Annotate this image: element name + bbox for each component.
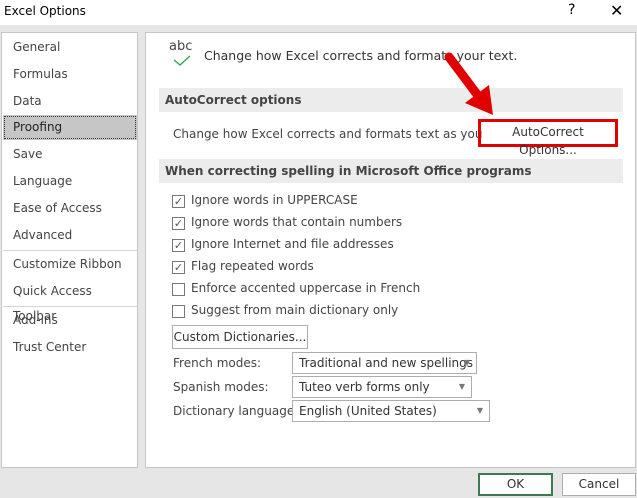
spanish-modes-select[interactable]: Tuteo verb forms only ▼ bbox=[292, 376, 472, 398]
sidebar-item-ease-of-access[interactable]: Ease of Access bbox=[3, 196, 137, 221]
chevron-down-icon: ▼ bbox=[463, 358, 470, 367]
sidebar-item-formulas[interactable]: Formulas bbox=[3, 62, 137, 87]
dictionary-language-select[interactable]: English (United States) ▼ bbox=[292, 400, 490, 422]
checkbox-enforce-accented[interactable] bbox=[172, 283, 185, 296]
french-modes-value: Traditional and new spellings bbox=[299, 356, 474, 370]
autocorrect-header: AutoCorrect options bbox=[159, 88, 623, 112]
option-label: Ignore words in UPPERCASE bbox=[191, 193, 358, 207]
sidebar-divider bbox=[3, 250, 137, 251]
cancel-label: Cancel bbox=[578, 477, 620, 491]
checkmark-icon bbox=[173, 55, 191, 66]
option-label: Suggest from main dictionary only bbox=[191, 303, 399, 317]
main-panel: abc Change how Excel corrects and format… bbox=[145, 32, 636, 468]
french-modes-select[interactable]: Traditional and new spellings ▼ bbox=[292, 352, 477, 374]
spanish-modes-value: Tuteo verb forms only bbox=[299, 380, 430, 394]
sidebar-divider bbox=[3, 306, 137, 307]
sidebar-item-advanced[interactable]: Advanced bbox=[3, 223, 137, 248]
sidebar-item-save[interactable]: Save bbox=[3, 142, 137, 167]
option-label: Enforce accented uppercase in French bbox=[191, 281, 421, 295]
chevron-down-icon: ▼ bbox=[476, 406, 483, 415]
sidebar-item-add-ins[interactable]: Add-ins bbox=[3, 308, 137, 333]
red-arrow-icon bbox=[444, 52, 493, 115]
sidebar: General Formulas Data Proofing Save Lang… bbox=[1, 32, 138, 468]
autocorrect-description: Change how Excel corrects and formats te… bbox=[173, 127, 518, 141]
checkbox-flag-repeated[interactable]: ✓ bbox=[172, 261, 185, 274]
chevron-down-icon: ▼ bbox=[458, 382, 465, 391]
ok-button[interactable]: OK bbox=[478, 473, 553, 496]
title-bar bbox=[0, 0, 637, 25]
cancel-button[interactable]: Cancel bbox=[562, 473, 636, 496]
french-modes-label: French modes: bbox=[173, 356, 262, 370]
custom-dictionaries-label: Custom Dictionaries... bbox=[173, 330, 307, 344]
checkbox-main-dictionary[interactable] bbox=[172, 305, 185, 318]
window-title: Excel Options bbox=[4, 4, 86, 18]
autocorrect-options-label: AutoCorrect Options... bbox=[512, 125, 584, 157]
checkbox-ignore-uppercase[interactable]: ✓ bbox=[172, 195, 185, 208]
sidebar-item-quick-access-toolbar[interactable]: Quick Access Toolbar bbox=[3, 279, 137, 323]
option-label: Flag repeated words bbox=[191, 259, 314, 273]
dictionary-language-value: English (United States) bbox=[299, 404, 437, 418]
sidebar-item-customize-ribbon[interactable]: Customize Ribbon bbox=[3, 252, 137, 277]
spelling-header: When correcting spelling in Microsoft Of… bbox=[159, 159, 623, 183]
sidebar-item-proofing[interactable]: Proofing bbox=[3, 115, 137, 140]
autocorrect-options-button[interactable]: AutoCorrect Options... bbox=[483, 123, 613, 157]
close-button[interactable]: ✕ bbox=[610, 1, 623, 20]
custom-dictionaries-button[interactable]: Custom Dictionaries... bbox=[172, 325, 308, 349]
sidebar-item-general[interactable]: General bbox=[3, 35, 137, 60]
checkbox-ignore-internet[interactable]: ✓ bbox=[172, 239, 185, 252]
dictionary-language-label: Dictionary language: bbox=[173, 404, 299, 418]
sidebar-item-data[interactable]: Data bbox=[3, 89, 137, 114]
sidebar-item-language[interactable]: Language bbox=[3, 169, 137, 194]
abc-icon-text: abc bbox=[169, 39, 193, 54]
help-button[interactable]: ? bbox=[568, 2, 575, 18]
checkbox-ignore-numbers[interactable]: ✓ bbox=[172, 217, 185, 230]
option-label: Ignore words that contain numbers bbox=[191, 215, 403, 229]
option-label: Ignore Internet and file addresses bbox=[191, 237, 394, 251]
spanish-modes-label: Spanish modes: bbox=[173, 380, 269, 394]
sidebar-item-trust-center[interactable]: Trust Center bbox=[3, 335, 137, 360]
ok-label: OK bbox=[506, 477, 525, 491]
